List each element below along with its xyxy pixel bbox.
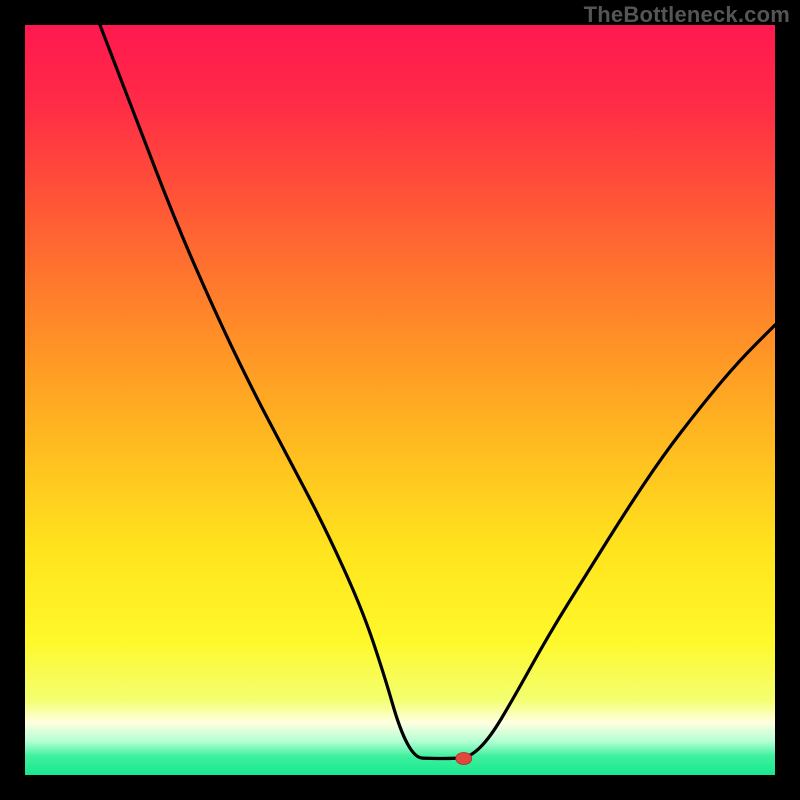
attribution-text: TheBottleneck.com [584, 2, 790, 28]
optimum-marker [456, 753, 472, 765]
bottleneck-chart [25, 25, 775, 775]
chart-frame: TheBottleneck.com [0, 0, 800, 800]
gradient-background [25, 25, 775, 775]
plot-area [25, 25, 775, 775]
